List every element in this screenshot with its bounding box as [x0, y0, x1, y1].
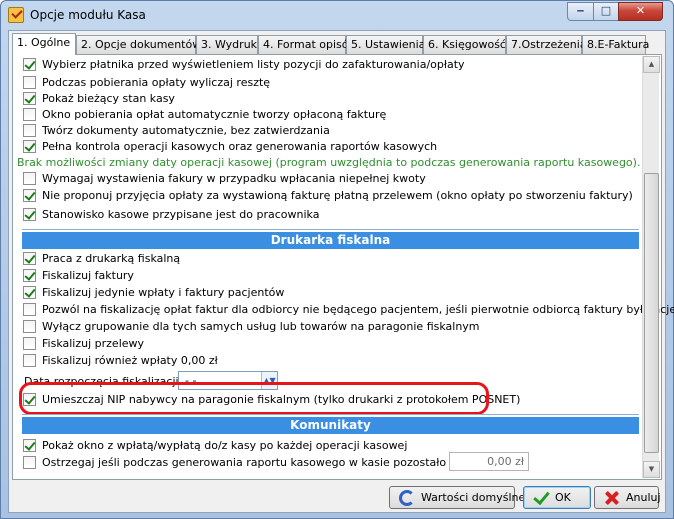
checkbox[interactable]: [23, 303, 36, 316]
red-highlight-ellipse: [19, 382, 489, 415]
tab-printouts[interactable]: 3. Wydruki: [196, 35, 260, 54]
checkbox-show-cash-balance[interactable]: Pokaż bieżący stan kasy: [23, 91, 175, 107]
cancel-x-icon: [604, 490, 620, 506]
close-button[interactable]: ✕: [618, 2, 663, 21]
fiscal-printer-header: Drukarka fiskalna: [22, 232, 639, 249]
section-divider: [22, 229, 639, 230]
option-label: Stanowisko kasowe przypisane jest do pra…: [42, 208, 320, 221]
messages-header: Komunikaty: [22, 417, 639, 434]
option-label: Wymagaj wystawienia fakury w przypadku w…: [42, 172, 426, 185]
checkbox[interactable]: [23, 189, 36, 202]
option-label: Pozwól na fiskalizację opłat faktur dla …: [42, 303, 674, 316]
option-label: Fiskalizuj przelewy: [42, 337, 145, 350]
default-values-label: Wartości domyślne: [421, 491, 526, 504]
checkbox[interactable]: [23, 92, 36, 105]
cancel-button[interactable]: Anuluj: [594, 486, 661, 509]
scroll-up-icon[interactable]: ▲: [643, 56, 660, 73]
checkbox-no-transfer-payment[interactable]: Nie proponuj przyjęcia opłaty za wystawi…: [23, 188, 633, 204]
option-label: Nie proponuj przyjęcia opłaty za wystawi…: [42, 189, 633, 202]
checkbox-auto-create-documents[interactable]: Twórz dokumenty automatycznie, bez zatwi…: [23, 123, 330, 139]
checkbox[interactable]: [23, 337, 36, 350]
tab-description-format[interactable]: 4. Format opisów: [258, 35, 357, 54]
dialog-client-area: 1. Ogólne 2. Opcje dokumentów 3. Wydruki…: [8, 30, 674, 513]
default-values-button[interactable]: Wartości domyślne: [389, 486, 525, 509]
section-divider: [22, 414, 639, 415]
scroll-down-icon[interactable]: ▼: [643, 461, 660, 478]
minimize-button[interactable]: ‒: [567, 2, 594, 21]
checkbox[interactable]: [23, 108, 36, 121]
options-dialog: Opcje modułu Kasa ‒ □ ✕ 1. Ogólne 2. Opc…: [0, 0, 674, 519]
title-bar[interactable]: Opcje modułu Kasa ‒ □ ✕: [1, 1, 673, 29]
option-label: Pokaż bieżący stan kasy: [42, 92, 175, 105]
option-label: Fiskalizuj faktury: [42, 269, 134, 282]
cash-threshold-input[interactable]: 0,00 zł: [449, 452, 529, 471]
checkbox-fiscalize-patients-only[interactable]: Fiskalizuj jedynie wpłaty i faktury pacj…: [23, 285, 284, 301]
checkbox[interactable]: [23, 286, 36, 299]
checkbox-fiscal-printer[interactable]: Praca z drukarką fiskalną: [23, 251, 180, 267]
checkbox-cash-station-employee[interactable]: Stanowisko kasowe przypisane jest do pra…: [23, 207, 319, 223]
ok-label: OK: [555, 491, 571, 504]
checkbox-choose-payer[interactable]: Wybierz płatnika przed wyświetleniem lis…: [23, 57, 465, 73]
checkbox-warn-cash-left[interactable]: Ostrzegaj jeśli podczas generowania rapo…: [23, 455, 504, 471]
scroll-thumb[interactable]: [644, 173, 659, 453]
option-label: Okno pobierania opłat automatycznie twor…: [42, 108, 387, 121]
option-label: Twórz dokumenty automatycznie, bez zatwi…: [42, 124, 330, 137]
option-label: Wyłącz grupowanie dla tych samych usług …: [42, 320, 480, 333]
checkbox-allow-non-patient[interactable]: Pozwól na fiskalizację opłat faktur dla …: [23, 302, 674, 318]
checkbox[interactable]: [23, 208, 36, 221]
refresh-icon: [399, 490, 415, 506]
general-options-page: Wybierz płatnika przed wyświetleniem lis…: [12, 54, 674, 480]
checkbox[interactable]: [23, 456, 36, 469]
tab-document-options[interactable]: 2. Opcje dokumentów: [76, 35, 201, 54]
checkbox[interactable]: [23, 172, 36, 185]
checkbox-auto-paid-invoice[interactable]: Okno pobierania opłat automatycznie twor…: [23, 107, 386, 123]
maximize-button[interactable]: □: [593, 2, 619, 21]
kasa-app-icon: [8, 7, 24, 23]
checkbox[interactable]: [23, 269, 36, 282]
option-label: Podczas pobierania opłaty wyliczaj reszt…: [42, 76, 271, 89]
tab-warnings[interactable]: 7.Ostrzeżenia: [506, 35, 587, 54]
checkbox-fiscalize-invoices[interactable]: Fiskalizuj faktury: [23, 268, 134, 284]
option-label: Fiskalizuj również wpłaty 0,00 zł: [42, 354, 218, 367]
checkbox[interactable]: [23, 124, 36, 137]
tab-accounting[interactable]: 6. Księgowość: [423, 35, 506, 54]
checkbox-calculate-change[interactable]: Podczas pobierania opłaty wyliczaj reszt…: [23, 75, 270, 91]
option-label: Pokaż okno z wpłatą/wypłatą do/z kasy po…: [42, 439, 408, 452]
info-note: Brak możliwości zmiany daty operacji kas…: [17, 156, 641, 169]
option-label: Pełna kontrola operacji kasowych oraz ge…: [42, 140, 438, 153]
checkbox-show-cash-window[interactable]: Pokaż okno z wpłatą/wypłatą do/z kasy po…: [23, 438, 407, 454]
checkbox-disable-grouping[interactable]: Wyłącz grupowanie dla tych samych usług …: [23, 319, 480, 335]
option-label: Fiskalizuj jedynie wpłaty i faktury pacj…: [42, 286, 285, 299]
option-label: Wybierz płatnika przed wyświetleniem lis…: [42, 58, 465, 71]
cancel-label: Anuluj: [626, 491, 661, 504]
checkbox[interactable]: [23, 140, 36, 153]
vertical-scrollbar[interactable]: ▲ ▼: [642, 56, 660, 478]
checkbox[interactable]: [23, 439, 36, 452]
option-label: Ostrzegaj jeśli podczas generowania rapo…: [42, 456, 504, 469]
tab-general[interactable]: 1. Ogólne: [12, 33, 76, 55]
ok-button[interactable]: OK: [523, 486, 591, 509]
checkbox[interactable]: [23, 58, 36, 71]
checkbox[interactable]: [23, 354, 36, 367]
checkmark-icon: [533, 490, 549, 506]
checkbox-fiscalize-zero[interactable]: Fiskalizuj również wpłaty 0,00 zł: [23, 353, 218, 369]
option-label: Praca z drukarką fiskalną: [42, 252, 181, 265]
tab-settings[interactable]: 5. Ustawienia: [346, 35, 425, 54]
checkbox[interactable]: [23, 252, 36, 265]
checkbox-fiscalize-transfers[interactable]: Fiskalizuj przelewy: [23, 336, 144, 352]
checkbox-require-invoice[interactable]: Wymagaj wystawienia fakury w przypadku w…: [23, 171, 426, 187]
checkbox[interactable]: [23, 320, 36, 333]
checkbox-full-cash-control[interactable]: Pełna kontrola operacji kasowych oraz ge…: [23, 139, 437, 155]
checkbox[interactable]: [23, 76, 36, 89]
window-title: Opcje modułu Kasa: [30, 8, 146, 22]
tab-e-invoice[interactable]: 8.E-Faktura: [582, 35, 649, 54]
